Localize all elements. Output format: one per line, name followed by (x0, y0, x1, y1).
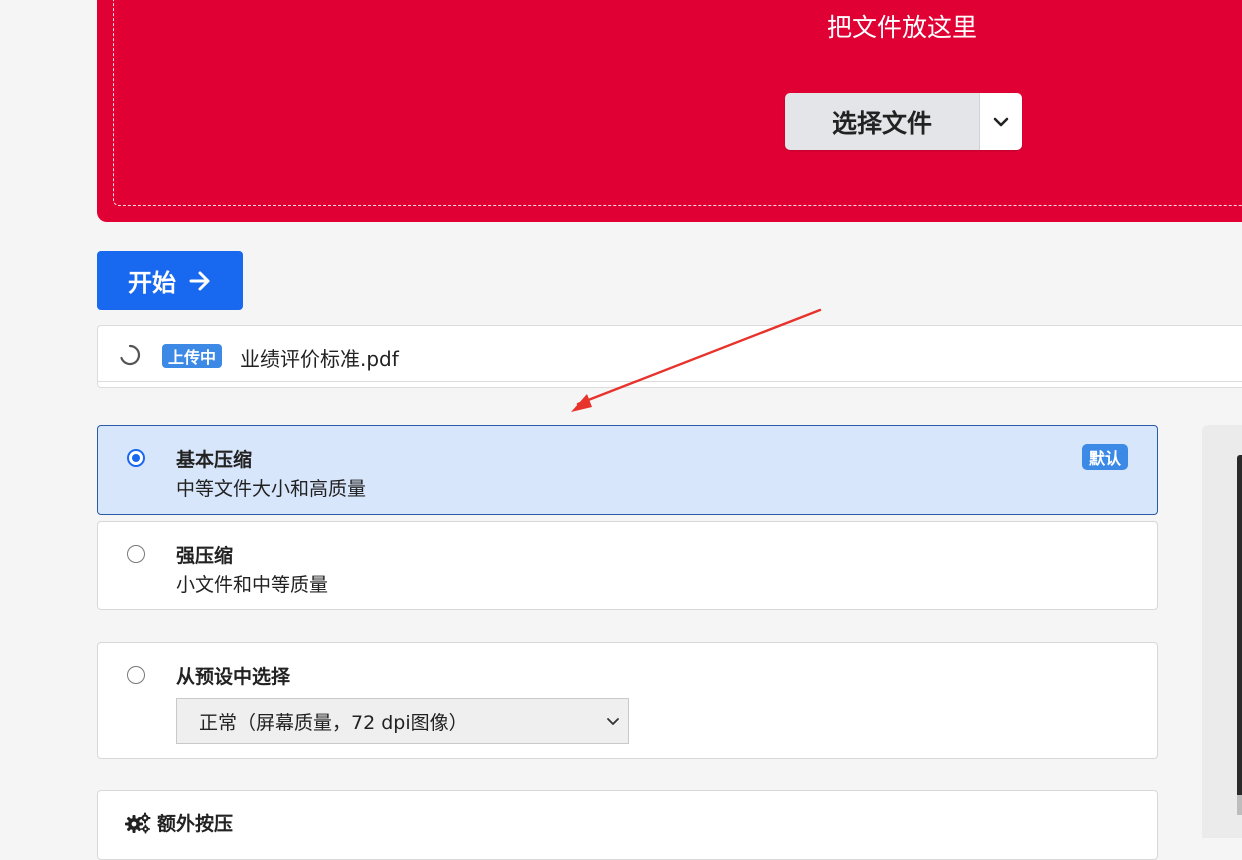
side-panel (1202, 425, 1242, 838)
option-strong-compression[interactable]: 强压缩 小文件和中等质量 (97, 521, 1158, 610)
upload-filename: 业绩评价标准.pdf (240, 347, 399, 371)
chevron-down-icon (607, 718, 619, 725)
loading-spinner-icon (120, 344, 141, 366)
start-button-label: 开始 (128, 269, 176, 297)
radio-preset[interactable] (127, 666, 145, 684)
upload-progress-track (97, 382, 1242, 388)
arrow-right-icon (189, 271, 210, 290)
option-title: 基本压缩 (176, 449, 253, 471)
upload-status-badge: 上传中 (162, 344, 223, 368)
preset-selected-value: 正常（屏幕质量，72 dpi图像） (199, 711, 468, 734)
option-title: 强压缩 (176, 545, 234, 567)
chevron-down-icon (993, 117, 1009, 126)
option-title: 从预设中选择 (176, 666, 291, 688)
default-badge: 默认 (1081, 444, 1128, 470)
extra-compression-header[interactable]: 额外按压 (125, 809, 233, 836)
choose-file-dropdown-button[interactable] (979, 93, 1022, 150)
radio-strong-compression[interactable] (127, 545, 145, 563)
gears-icon (125, 812, 151, 833)
option-preset[interactable]: 从预设中选择 正常（屏幕质量，72 dpi图像） (97, 642, 1158, 759)
radio-basic-compression[interactable] (127, 449, 145, 467)
side-panel-preview (1237, 455, 1242, 800)
side-panel-scrollbar[interactable] (1237, 795, 1242, 815)
choose-file-button[interactable]: 选择文件 (785, 93, 979, 150)
preset-select[interactable]: 正常（屏幕质量，72 dpi图像） (176, 698, 629, 744)
file-drop-zone[interactable]: 把文件放这里 选择文件 (97, 0, 1242, 222)
start-button[interactable]: 开始 (97, 251, 243, 310)
option-description: 小文件和中等质量 (176, 574, 329, 596)
drop-zone-text: 把文件放这里 (827, 13, 978, 42)
extra-compression-panel[interactable]: 额外按压 (97, 790, 1158, 860)
choose-file-group: 选择文件 (785, 93, 1022, 150)
drop-zone-dashed-border (113, 0, 1242, 206)
option-description: 中等文件大小和高质量 (176, 478, 367, 500)
option-basic-compression[interactable]: 基本压缩 中等文件大小和高质量 默认 (97, 425, 1158, 515)
extra-compression-title: 额外按压 (157, 813, 234, 835)
